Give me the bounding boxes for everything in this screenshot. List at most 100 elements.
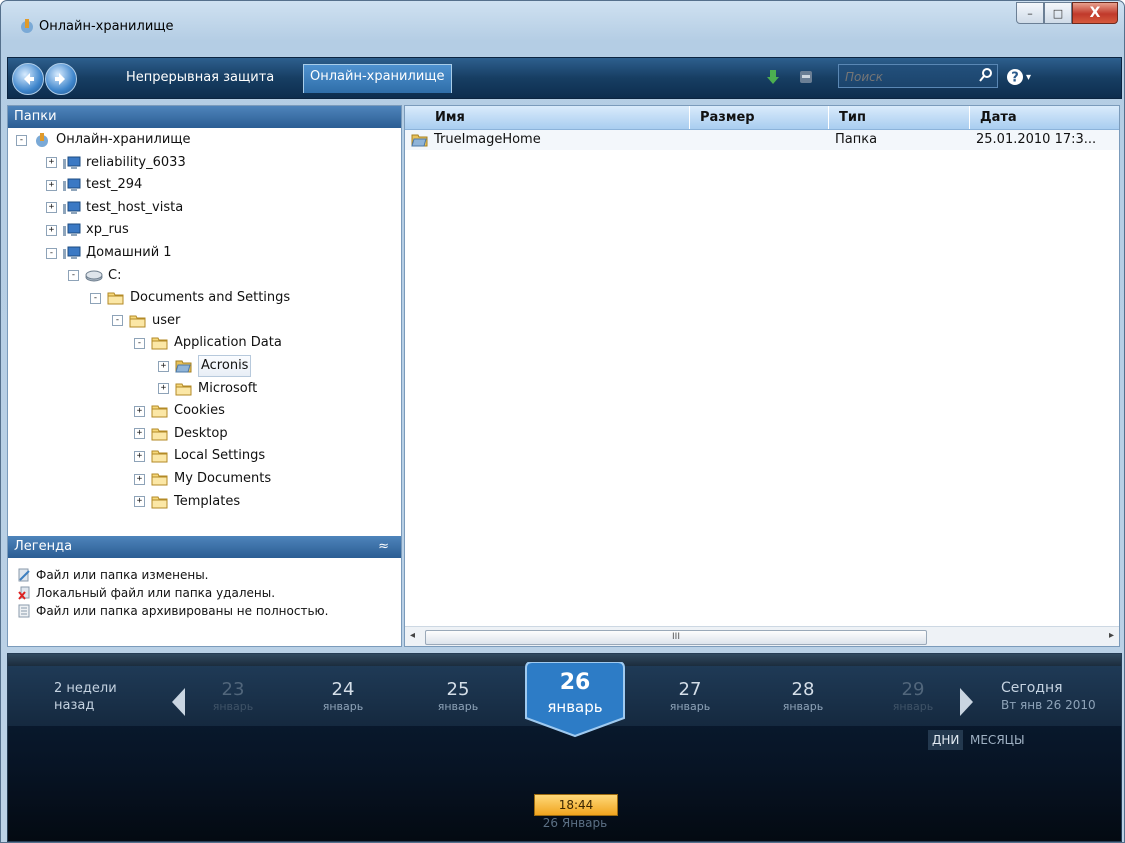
- collapse-toggle-icon[interactable]: -: [112, 315, 123, 327]
- tree-node[interactable]: + Microsoft: [158, 379, 257, 399]
- folder-icon: [151, 404, 169, 418]
- legend-item-deleted: Локальный файл или папка удалены.: [8, 584, 401, 602]
- tree-node[interactable]: + test_294: [46, 175, 142, 195]
- title-bar[interactable]: Онлайн-хранилище – □ X: [1, 1, 1124, 53]
- scroll-left-icon[interactable]: ◂: [410, 630, 415, 641]
- collapse-toggle-icon[interactable]: -: [16, 134, 27, 146]
- tree-node[interactable]: + Local Settings: [134, 446, 265, 466]
- modified-icon: [18, 568, 30, 582]
- backup-time-marker[interactable]: 18:44: [534, 794, 618, 816]
- tree-node[interactable]: + My Documents: [134, 469, 271, 489]
- tree-node[interactable]: - Домашний 1: [46, 243, 172, 263]
- day-number: 29: [901, 679, 925, 700]
- collapse-toggle-icon[interactable]: -: [46, 247, 57, 259]
- selected-day[interactable]: 26 январь: [522, 662, 628, 738]
- tree-node[interactable]: - C:: [68, 266, 121, 286]
- search-icon[interactable]: [979, 68, 993, 82]
- tree-node[interactable]: - Application Data: [134, 333, 282, 353]
- day-29[interactable]: 29 январь: [863, 680, 963, 714]
- scroll-thumb[interactable]: III: [425, 630, 927, 645]
- today-button[interactable]: Сегодня Вт янв 26 2010: [1001, 680, 1096, 714]
- cell-size: [690, 130, 829, 150]
- day-month: январь: [212, 700, 254, 713]
- expand-toggle-icon[interactable]: +: [46, 157, 57, 169]
- collapse-chevron-icon[interactable]: ≈: [378, 536, 389, 558]
- download-icon[interactable]: [765, 69, 781, 85]
- tree-node-label: Cookies: [174, 403, 225, 419]
- table-row[interactable]: TrueImageHome Папка 25.01.2010 17:3...: [405, 130, 1119, 150]
- file-list-pane: Имя Размер Тип Дата TrueImageHome Папка …: [404, 105, 1120, 647]
- tree-node[interactable]: + Desktop: [134, 424, 228, 444]
- deleted-icon: [18, 586, 30, 600]
- day-number: 28: [791, 679, 815, 700]
- day-month: январь: [782, 700, 824, 713]
- expand-toggle-icon[interactable]: +: [134, 473, 145, 485]
- timeline-panel: 2 недели назад 23 январь 24 январь 25 ян…: [7, 653, 1122, 842]
- back-button[interactable]: [12, 63, 44, 95]
- expand-toggle-icon[interactable]: +: [46, 202, 57, 214]
- expand-toggle-icon[interactable]: +: [158, 360, 169, 372]
- verify-icon[interactable]: [798, 69, 814, 85]
- tree-node[interactable]: + Cookies: [134, 401, 225, 421]
- cell-type: Папка: [835, 132, 878, 147]
- computer-icon: [63, 156, 81, 170]
- tree-node-label: Microsoft: [198, 380, 258, 396]
- expand-toggle-icon[interactable]: +: [134, 428, 145, 440]
- expand-toggle-icon[interactable]: +: [158, 383, 169, 395]
- tree-node[interactable]: + reliability_6033: [46, 153, 186, 173]
- svg-text:?: ?: [1011, 71, 1019, 86]
- folder-icon: [151, 449, 169, 463]
- day-24[interactable]: 24 январь: [293, 680, 393, 714]
- search-input[interactable]: [843, 67, 967, 87]
- app-icon: [21, 19, 33, 33]
- expand-toggle-icon[interactable]: +: [46, 224, 57, 236]
- tree-node[interactable]: - user: [112, 311, 180, 331]
- tree-node[interactable]: + test_host_vista: [46, 198, 183, 218]
- expand-toggle-icon[interactable]: +: [46, 179, 57, 191]
- back-label-line1: 2 недели: [54, 681, 117, 696]
- collapse-toggle-icon[interactable]: -: [68, 270, 79, 282]
- day-28[interactable]: 28 январь: [753, 680, 853, 714]
- back-two-weeks-button[interactable]: 2 недели назад: [54, 680, 117, 714]
- expand-toggle-icon[interactable]: +: [134, 496, 145, 508]
- day-month: январь: [669, 700, 711, 713]
- collapse-toggle-icon[interactable]: -: [90, 292, 101, 304]
- close-button[interactable]: X: [1072, 2, 1118, 24]
- tab-online-storage[interactable]: Онлайн-хранилище: [303, 64, 452, 93]
- collapse-toggle-icon[interactable]: -: [134, 337, 145, 349]
- forward-button[interactable]: [45, 63, 77, 95]
- day-number: 25: [446, 679, 470, 700]
- search-box[interactable]: [838, 64, 998, 88]
- column-header-name[interactable]: Имя: [405, 106, 690, 129]
- day-23[interactable]: 23 январь: [183, 680, 283, 714]
- legend-header[interactable]: Легенда ≈: [8, 536, 401, 558]
- tree-node-label: user: [152, 312, 181, 328]
- folders-pane: Папки - Онлайн-хранилище + reliability_6033…: [7, 105, 402, 647]
- minimize-button[interactable]: –: [1016, 2, 1044, 24]
- today-label: Сегодня: [1001, 680, 1063, 696]
- timeline-next-icon[interactable]: [959, 688, 973, 716]
- help-menu-caret[interactable]: ▾: [1026, 72, 1031, 83]
- scroll-right-icon[interactable]: ▸: [1109, 630, 1114, 641]
- tree-node[interactable]: - Documents and Settings: [90, 288, 290, 308]
- expand-toggle-icon[interactable]: +: [134, 450, 145, 462]
- column-header-size[interactable]: Размер: [690, 106, 829, 129]
- horizontal-scrollbar[interactable]: ◂ III ▸: [405, 626, 1119, 646]
- expand-toggle-icon[interactable]: +: [134, 405, 145, 417]
- day-27[interactable]: 27 январь: [640, 680, 740, 714]
- selected-day-month: январь: [547, 698, 603, 716]
- help-icon[interactable]: ?: [1006, 68, 1024, 86]
- tree-node[interactable]: + Acronis: [158, 355, 252, 377]
- column-header-date[interactable]: Дата: [970, 106, 1119, 129]
- mode-days-button[interactable]: ДНИ: [928, 730, 964, 750]
- folder-icon: [107, 291, 125, 305]
- maximize-button[interactable]: □: [1044, 2, 1072, 24]
- column-header-type[interactable]: Тип: [829, 106, 970, 129]
- tab-continuous-protection[interactable]: Непрерывная защита: [120, 66, 280, 90]
- tree-node[interactable]: + Templates: [134, 492, 240, 512]
- mode-months-button[interactable]: МЕСЯЦЫ: [966, 730, 1029, 750]
- tree-node[interactable]: + xp_rus: [46, 220, 129, 240]
- tree-node-label: test_host_vista: [86, 199, 184, 215]
- day-25[interactable]: 25 январь: [408, 680, 508, 714]
- tree-node[interactable]: - Онлайн-хранилище: [16, 130, 191, 150]
